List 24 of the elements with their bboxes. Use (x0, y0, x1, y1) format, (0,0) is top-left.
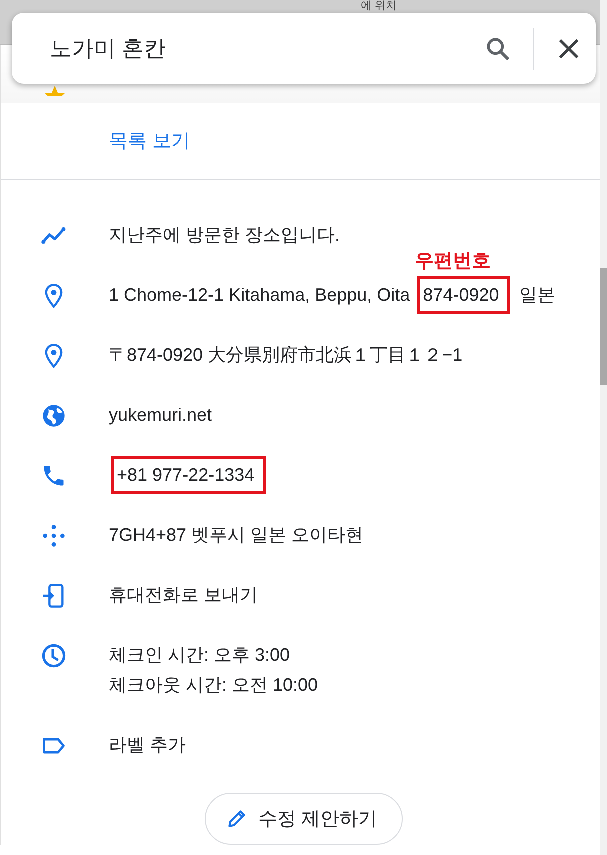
highlighted-text[interactable]: +81 977-22-1334 (111, 456, 266, 494)
suggest-edit-button[interactable]: 수정 제안하기 (205, 793, 403, 845)
pencil-icon (226, 808, 248, 830)
detail-text[interactable]: yukemuri.net (109, 405, 212, 425)
detail-text[interactable]: 휴대전화로 보내기 (109, 585, 258, 605)
highlighted-text: 874-0920 (417, 276, 510, 314)
dots-icon (41, 523, 67, 549)
star-icon (45, 86, 65, 96)
search-bar[interactable]: 노가미 혼칸 (12, 13, 596, 84)
phone-arrow-icon (41, 583, 67, 609)
detail-text: 체크인 시간: 오후 3:00 (109, 644, 292, 667)
detail-text: 〒874-0920 大分県別府市北浜１丁目１２−1 (109, 345, 463, 365)
list-link[interactable]: 목록 보기 (109, 128, 190, 154)
detail-text[interactable]: 라벨 추가 (109, 735, 186, 755)
detail-text: 1 Chome-12-1 Kitahama, Beppu, Oita (109, 285, 412, 305)
search-text: 노가미 혼칸 (50, 34, 168, 62)
detail-text: 일본 (518, 285, 556, 305)
detail-text: 체크아웃 시간: 오전 10:00 (109, 674, 320, 697)
background-text: 에 위치 (360, 1, 397, 12)
globe-icon (41, 403, 67, 429)
clock-icon (41, 643, 67, 669)
annotation-label: 우편번호 (415, 250, 492, 274)
detail-text: 지난주에 방문한 장소입니다. (109, 225, 340, 245)
detail-text: 7GH4+87 벳푸시 일본 오이타현 (109, 525, 364, 545)
